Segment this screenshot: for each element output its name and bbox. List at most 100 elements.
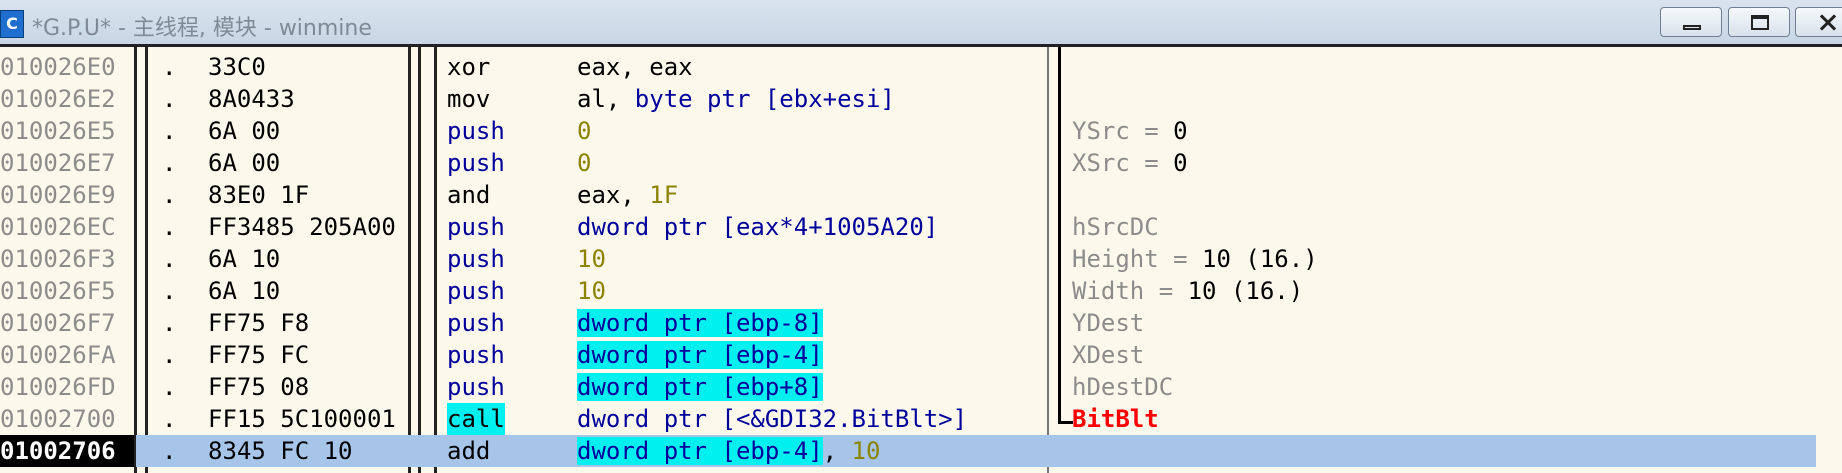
address-cell[interactable]: 010026F5 — [0, 275, 134, 307]
address-cell[interactable]: 010026E5 — [0, 115, 134, 147]
address-cell[interactable]: 010026EC — [0, 211, 134, 243]
mnemonic[interactable]: push — [447, 115, 505, 147]
hex-bytes-cell[interactable]: 6A 00 — [208, 115, 408, 147]
jump-marker: . — [162, 309, 177, 337]
operand-cell[interactable]: dword ptr [ebp+8] — [577, 371, 823, 403]
code-row[interactable]: 010026E5. 6A 00 push 0 YSrc = 0 — [0, 115, 1842, 147]
code-row[interactable]: 010026F5. 6A 10 push 10 Width = 10 (16.) — [0, 275, 1842, 307]
mnemonic[interactable]: xor — [447, 51, 490, 83]
comment-cell[interactable]: Height = 10 (16.) — [1072, 243, 1318, 275]
jump-marker: . — [162, 53, 177, 81]
operand-part: 0 — [577, 149, 592, 177]
operand-part: dword ptr [ebp-4] — [577, 437, 823, 465]
mnemonic[interactable]: push — [447, 211, 505, 243]
hex-bytes-cell[interactable]: FF75 08 — [208, 371, 408, 403]
code-row[interactable]: 010026EC. FF3485 205A00 push dword ptr [eax… — [0, 211, 1842, 243]
hex-bytes-cell[interactable]: FF75 FC — [208, 339, 408, 371]
operand-cell[interactable]: dword ptr [ebp-8] — [577, 307, 823, 339]
operand-cell[interactable]: eax, eax — [577, 51, 693, 83]
comment-part: Width = — [1072, 277, 1188, 305]
hex-bytes-cell[interactable]: 6A 10 — [208, 275, 408, 307]
address-cell[interactable]: 010026E2 — [0, 83, 134, 115]
mnemonic[interactable]: push — [447, 243, 505, 275]
code-row[interactable]: 010026FD. FF75 08 push dword ptr [ebp+8] hDe… — [0, 371, 1842, 403]
hex-bytes-cell[interactable]: FF75 F8 — [208, 307, 408, 339]
mnemonic[interactable]: mov — [447, 83, 490, 115]
operand-part: byte ptr [ebx+esi] — [634, 85, 895, 113]
hex-bytes-cell[interactable]: 83E0 1F — [208, 179, 408, 211]
mnemonic[interactable]: push — [447, 147, 505, 179]
mnemonic[interactable]: call — [447, 403, 505, 435]
operand-part: dword ptr [ebp-4] — [577, 341, 823, 369]
window-title: *G.P.U* - 主线程, 模块 - winmine — [32, 16, 372, 41]
mnemonic[interactable]: push — [447, 275, 505, 307]
jump-marker: . — [162, 373, 177, 401]
comment-cell[interactable]: YDest — [1072, 307, 1144, 339]
comment-part: 10 (16.) — [1187, 277, 1304, 305]
operand-cell[interactable]: dword ptr [<&GDI32.BitBlt>] — [577, 403, 967, 435]
operand-cell[interactable]: 10 — [577, 243, 606, 275]
hex-bytes-cell[interactable]: FF3485 205A00 — [208, 211, 408, 243]
address-cell[interactable]: 010026E9 — [0, 179, 134, 211]
code-row[interactable]: 010026F3. 6A 10 push 10 Height = 10 (16.) — [0, 243, 1842, 275]
next-row-partial — [0, 462, 1842, 473]
address-cell[interactable]: 01002700 — [0, 403, 134, 435]
hex-bytes-cell[interactable]: 6A 00 — [208, 147, 408, 179]
comment-cell[interactable]: hDestDC — [1072, 371, 1173, 403]
operand-part: dword ptr [ebp-8] — [577, 309, 823, 337]
operand-part: 10 — [851, 437, 881, 465]
minimize-button[interactable] — [1660, 7, 1722, 37]
operand-cell[interactable]: eax, 1F — [577, 179, 678, 211]
mnemonic[interactable]: push — [447, 339, 505, 371]
operand-part: al, — [577, 85, 635, 113]
operand-cell[interactable]: 0 — [577, 115, 591, 147]
operand-cell[interactable]: 0 — [577, 147, 591, 179]
operand-part: 1F — [649, 181, 679, 209]
hex-bytes-cell[interactable]: 33C0 — [208, 51, 408, 83]
code-row[interactable]: 010026F7. FF75 F8 push dword ptr [ebp-8] YDe… — [0, 307, 1842, 339]
operand-part: eax, eax — [577, 53, 693, 81]
code-row[interactable]: 010026E9. 83E0 1F and eax, 1F — [0, 179, 1842, 211]
code-row[interactable]: 01002700. FF15 5C100001 call dword ptr [<&G… — [0, 403, 1842, 435]
disassembly-pane[interactable]: 010026E0. 33C0 xor eax, eax 010026E2. 8A0433 m… — [0, 47, 1842, 473]
comment-cell[interactable]: YSrc = 0 — [1072, 115, 1188, 147]
address-cell[interactable]: 010026F7 — [0, 307, 134, 339]
app-icon[interactable]: C — [0, 10, 24, 38]
mnemonic[interactable]: and — [447, 179, 490, 211]
code-row[interactable]: 010026FA. FF75 FC push dword ptr [ebp-4] XDe… — [0, 339, 1842, 371]
operand-part: 10 — [577, 245, 606, 273]
jump-marker: . — [162, 245, 177, 273]
address-cell[interactable]: 010026E0 — [0, 51, 134, 83]
hex-bytes-cell[interactable]: 8A0433 — [208, 83, 408, 115]
code-row[interactable]: 010026E0. 33C0 xor eax, eax — [0, 51, 1842, 83]
code-row[interactable]: 010026E7. 6A 00 push 0 XSrc = 0 — [0, 147, 1842, 179]
mnemonic[interactable]: push — [447, 371, 505, 403]
address-cell[interactable]: 010026F3 — [0, 243, 134, 275]
comment-part: Height = — [1072, 245, 1203, 273]
operand-part: dword ptr [eax*4+1005A20] — [577, 213, 939, 241]
address-cell[interactable]: 010026E7 — [0, 147, 134, 179]
operand-cell[interactable]: al, byte ptr [ebx+esi] — [577, 83, 895, 115]
close-button[interactable] — [1795, 7, 1842, 37]
operand-part: dword ptr [<&GDI32.BitBlt>] — [577, 405, 968, 433]
address-cell[interactable]: 010026FD — [0, 371, 134, 403]
operand-cell[interactable]: dword ptr [eax*4+1005A20] — [577, 211, 938, 243]
comment-cell[interactable]: BitBlt — [1072, 403, 1159, 435]
comment-cell[interactable]: XSrc = 0 — [1072, 147, 1188, 179]
address-cell[interactable]: 010026FA — [0, 339, 134, 371]
operand-part: eax, — [577, 181, 650, 209]
maximize-button[interactable] — [1728, 7, 1790, 37]
comment-part: 10 (16.) — [1202, 245, 1318, 273]
mnemonic[interactable]: push — [447, 307, 505, 339]
operand-part: 10 — [577, 277, 606, 305]
operand-cell[interactable]: dword ptr [ebp-4] — [577, 339, 823, 371]
code-row[interactable]: 010026E2. 8A0433 mov al, byte ptr [ebx+esi] — [0, 83, 1842, 115]
comment-cell[interactable]: Width = 10 (16.) — [1072, 275, 1303, 307]
hex-bytes-cell[interactable]: 6A 10 — [208, 243, 408, 275]
hex-bytes-cell[interactable]: FF15 5C100001 — [208, 403, 408, 435]
operand-cell[interactable]: 10 — [577, 275, 606, 307]
comment-part: 0 — [1173, 117, 1188, 145]
comment-cell[interactable]: hSrcDC — [1072, 211, 1159, 243]
comment-cell[interactable]: XDest — [1072, 339, 1144, 371]
jump-marker: . — [162, 85, 177, 113]
